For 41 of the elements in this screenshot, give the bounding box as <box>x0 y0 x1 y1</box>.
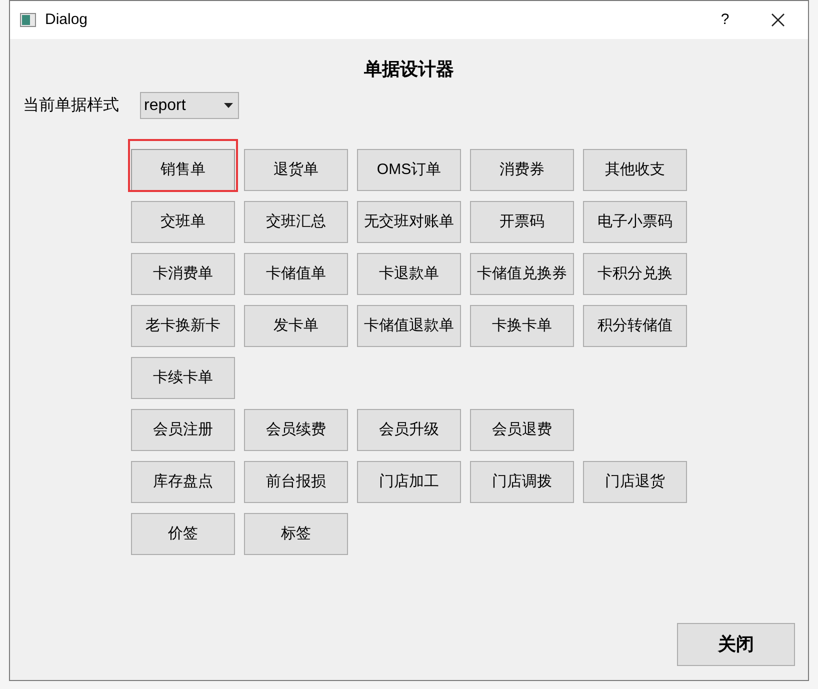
document-type-button[interactable]: 门店退货 <box>583 461 687 503</box>
document-type-button[interactable]: 卡消费单 <box>131 253 235 295</box>
help-button[interactable]: ? <box>707 5 743 35</box>
document-type-button[interactable]: 会员升级 <box>357 409 461 451</box>
document-type-button[interactable]: 会员注册 <box>131 409 235 451</box>
document-type-button[interactable]: 交班单 <box>131 201 235 243</box>
close-icon <box>771 13 785 27</box>
document-type-button[interactable]: 卡退款单 <box>357 253 461 295</box>
document-type-button[interactable]: 卡储值退款单 <box>357 305 461 347</box>
document-type-button[interactable]: 会员续费 <box>244 409 348 451</box>
document-type-button[interactable]: 退货单 <box>244 149 348 191</box>
document-type-button[interactable]: 交班汇总 <box>244 201 348 243</box>
dropdown-caret-icon <box>224 103 233 108</box>
document-type-button[interactable]: 其他收支 <box>583 149 687 191</box>
document-type-button[interactable]: 发卡单 <box>244 305 348 347</box>
document-type-button[interactable]: 卡储值兑换券 <box>470 253 574 295</box>
document-type-button[interactable]: 标签 <box>244 513 348 555</box>
document-type-button[interactable]: 卡续卡单 <box>131 357 235 399</box>
close-button[interactable]: 关闭 <box>677 623 795 666</box>
document-type-button[interactable]: 卡积分兑换 <box>583 253 687 295</box>
document-type-button[interactable]: 门店调拨 <box>470 461 574 503</box>
document-type-button[interactable]: 卡储值单 <box>244 253 348 295</box>
document-type-button[interactable]: 库存盘点 <box>131 461 235 503</box>
document-type-button[interactable]: 销售单 <box>131 149 235 191</box>
document-type-button[interactable]: 消费券 <box>470 149 574 191</box>
style-dropdown[interactable]: report <box>140 92 239 119</box>
document-type-button[interactable]: 前台报损 <box>244 461 348 503</box>
document-type-button[interactable]: 电子小票码 <box>583 201 687 243</box>
window-app-icon <box>20 13 36 27</box>
document-type-button[interactable]: 积分转储值 <box>583 305 687 347</box>
style-label: 当前单据样式 <box>23 96 119 116</box>
document-type-button[interactable]: 价签 <box>131 513 235 555</box>
dialog-heading: 单据设计器 <box>363 58 455 81</box>
document-type-button[interactable]: 会员退费 <box>470 409 574 451</box>
document-type-button[interactable]: OMS订单 <box>357 149 461 191</box>
document-type-button[interactable]: 门店加工 <box>357 461 461 503</box>
document-type-button[interactable]: 卡换卡单 <box>470 305 574 347</box>
window-title: Dialog <box>45 10 88 30</box>
document-type-button[interactable]: 开票码 <box>470 201 574 243</box>
document-type-button[interactable]: 老卡换新卡 <box>131 305 235 347</box>
document-type-button[interactable]: 无交班对账单 <box>357 201 461 243</box>
